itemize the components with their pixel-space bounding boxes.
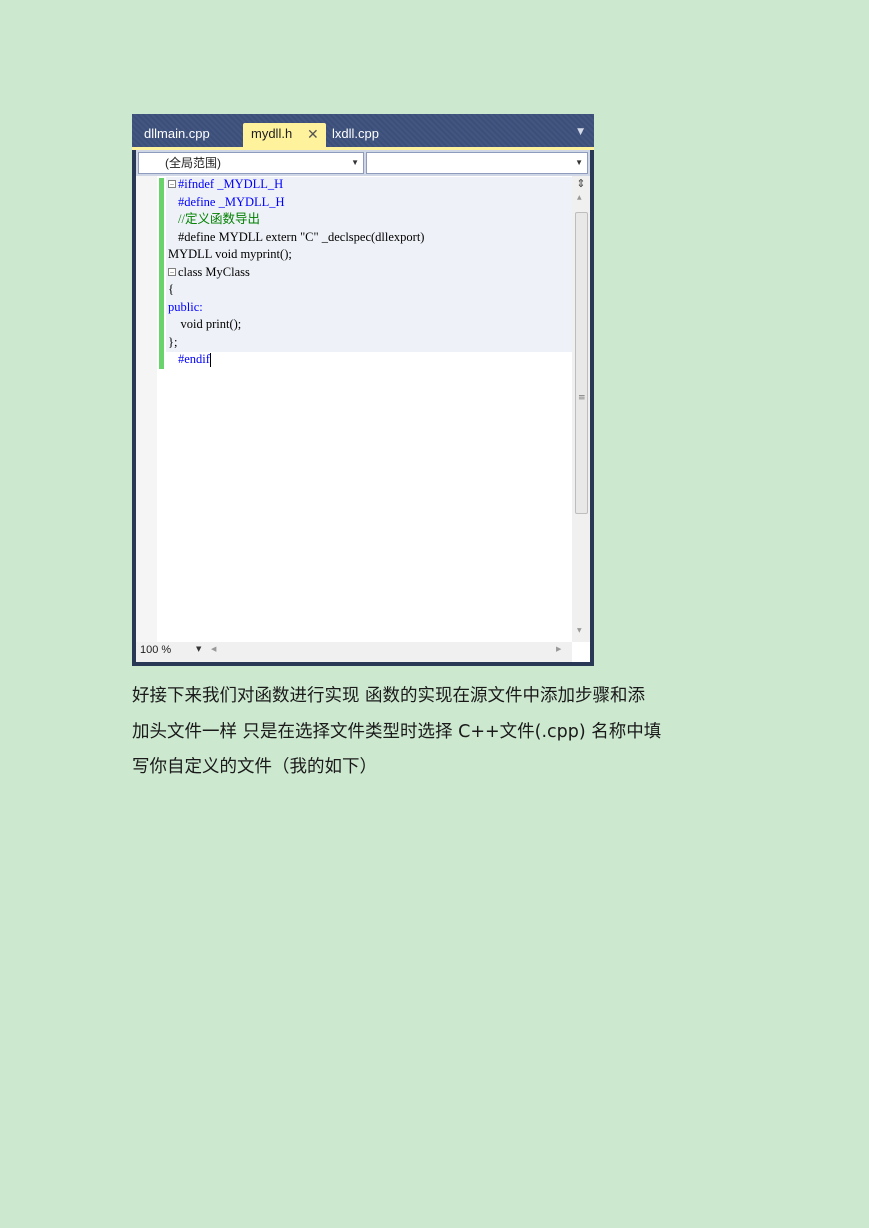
navigation-bar: (全局范围) ▼ ▼ [136, 150, 590, 176]
collapse-icon[interactable]: − [168, 180, 176, 189]
chevron-down-icon[interactable]: ▼ [577, 127, 584, 137]
collapse-icon[interactable]: − [168, 267, 176, 276]
code-line: //定义函数导出 [168, 211, 424, 229]
code-text: #endif [178, 352, 210, 366]
code-line: − #ifndef _MYDLL_H [168, 176, 424, 194]
code-text: void print(); [168, 317, 242, 331]
grip-icon: ≡ [578, 393, 586, 403]
scroll-left-icon[interactable]: ◀ [211, 645, 216, 653]
editor-status-bar: 100 % ▼ ◀ ▶ [136, 642, 590, 662]
code-line: }; [168, 334, 424, 352]
code-area[interactable]: − #ifndef _MYDLL_H #define _MYDLL_H //定义函… [168, 176, 424, 369]
chevron-down-icon: ▼ [575, 158, 583, 167]
code-editor[interactable]: − #ifndef _MYDLL_H #define _MYDLL_H //定义函… [136, 176, 590, 642]
document-tab-bar: dllmain.cpp mydll.h ✕ lxdll.cpp ▼ [132, 114, 594, 147]
code-line: void print(); [168, 316, 424, 334]
tab-label: lxdll.cpp [332, 126, 379, 141]
scrollbar-corner [572, 642, 590, 662]
code-line: public: [168, 299, 424, 317]
code-line: #endif [168, 351, 424, 369]
code-text: MYDLL void myprint(); [168, 247, 292, 261]
code-text: class MyClass [178, 264, 250, 279]
change-tracking-bar [159, 178, 164, 369]
ide-window: dllmain.cpp mydll.h ✕ lxdll.cpp ▼ (全局范围) ▼… [132, 114, 594, 666]
scope-value: (全局范围) [165, 156, 221, 170]
code-line: MYDLL void myprint(); [168, 246, 424, 264]
indicator-margin [136, 176, 157, 642]
text-caret [209, 353, 211, 368]
code-line: { [168, 281, 424, 299]
zoom-level[interactable]: 100 % [140, 644, 171, 656]
code-line: #define _MYDLL_H [168, 194, 424, 212]
code-text: { [168, 282, 174, 296]
chevron-down-icon[interactable]: ▼ [196, 645, 201, 653]
member-dropdown[interactable]: ▼ [366, 152, 588, 174]
paragraph-line: 好接下来我们对函数进行实现 函数的实现在源文件中添加步骤和添 [132, 686, 646, 706]
split-window-icon[interactable]: ⇕ [575, 177, 587, 191]
code-comment: //定义函数导出 [178, 212, 260, 226]
close-icon[interactable]: ✕ [307, 123, 319, 145]
chevron-down-icon: ▼ [351, 158, 359, 167]
scroll-up-icon[interactable]: ▲ [577, 194, 582, 201]
code-line: #define MYDLL extern "C" _declspec(dllex… [168, 229, 424, 247]
vertical-scrollbar[interactable]: ⇕ ▲ ≡ ▼ [572, 176, 590, 642]
paragraph-line: 加头文件一样 只是在选择文件类型时选择 C++文件(.cpp) 名称中填 [132, 721, 662, 742]
tab-dllmain-cpp[interactable]: dllmain.cpp [136, 123, 240, 147]
code-text: public: [168, 299, 203, 314]
scope-dropdown[interactable]: (全局范围) ▼ [138, 152, 364, 174]
code-text: #define _MYDLL_H [178, 194, 285, 209]
tab-lxdll-cpp[interactable]: lxdll.cpp [324, 123, 404, 147]
tab-label: mydll.h [251, 126, 293, 141]
code-text: }; [168, 334, 178, 349]
tab-mydll-h[interactable]: mydll.h ✕ [243, 123, 326, 147]
scroll-down-icon[interactable]: ▼ [577, 627, 582, 634]
scroll-right-icon[interactable]: ▶ [556, 645, 561, 653]
scrollbar-thumb[interactable]: ≡ [575, 212, 588, 514]
body-paragraph: 好接下来我们对函数进行实现 函数的实现在源文件中添加步骤和添 加头文件一样 只是… [132, 679, 752, 786]
tab-label: dllmain.cpp [144, 126, 210, 141]
paragraph-line: 写你自定义的文件（我的如下） [132, 757, 377, 777]
code-line: − class MyClass [168, 264, 424, 282]
code-text: #define MYDLL extern "C" _declspec(dllex… [178, 229, 425, 244]
code-text: #ifndef _MYDLL_H [178, 177, 284, 191]
